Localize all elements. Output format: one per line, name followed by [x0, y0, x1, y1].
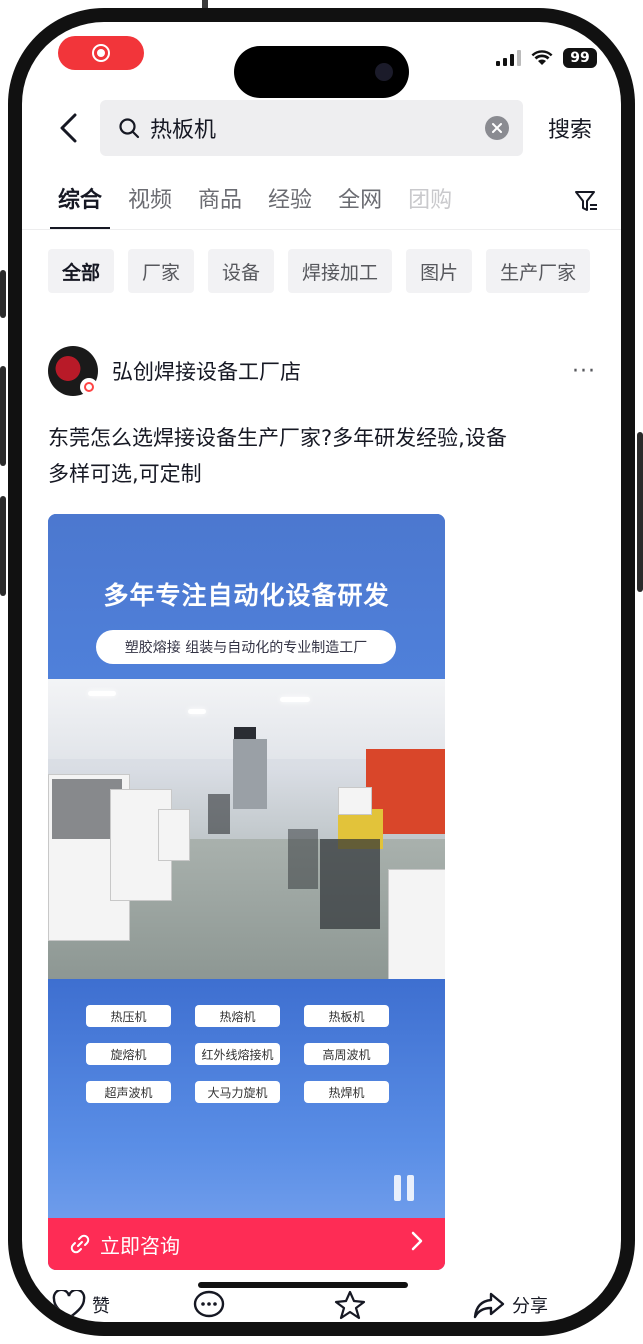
- search-query: 热板机: [150, 118, 217, 143]
- video-card[interactable]: 多年专注自动化设备研发 塑胶熔接 组装与自动化的专业制造工厂 热压机 热熔机 热…: [48, 514, 445, 1270]
- camera-icon: [375, 63, 393, 81]
- consult-label: 立即咨询: [100, 1233, 180, 1258]
- post-title-line: 多样可选,可定制: [48, 462, 202, 486]
- clear-icon[interactable]: [485, 116, 509, 140]
- machine-tag: 旋熔机: [86, 1043, 171, 1065]
- tabs-divider: [22, 229, 621, 230]
- like-button[interactable]: 赞: [52, 1290, 110, 1320]
- chip-equipment[interactable]: 设备: [208, 249, 275, 293]
- result-tabs: 综合 视频 商品 经验 全网 团购: [22, 182, 621, 230]
- tab-web[interactable]: 全网: [338, 182, 382, 230]
- comment-button[interactable]: [192, 1290, 226, 1320]
- screen-recording-indicator[interactable]: [58, 36, 144, 70]
- record-icon: [92, 44, 110, 62]
- volume-down-button: [0, 496, 6, 596]
- chip-welding[interactable]: 焊接加工: [288, 249, 393, 293]
- cellular-signal-icon: [496, 50, 521, 66]
- back-button[interactable]: [48, 108, 88, 148]
- post-actions: 赞 分享: [48, 1290, 596, 1322]
- home-indicator[interactable]: [198, 1282, 408, 1288]
- author-name[interactable]: 弘创焊接设备工厂店: [112, 356, 572, 386]
- chevron-right-icon: [411, 1231, 423, 1257]
- comment-icon: [193, 1290, 225, 1318]
- machine-tag: 热焊机: [304, 1081, 389, 1103]
- side-button: [0, 270, 6, 318]
- link-badge-icon: [80, 378, 98, 396]
- machine-tag: 热板机: [304, 1005, 389, 1027]
- dynamic-island: [234, 46, 409, 98]
- volume-up-button: [0, 366, 6, 466]
- tab-experience[interactable]: 经验: [268, 182, 312, 230]
- like-label: 赞: [92, 1296, 110, 1317]
- tab-video[interactable]: 视频: [128, 182, 172, 230]
- avatar[interactable]: [48, 346, 98, 396]
- favorite-button[interactable]: [334, 1290, 366, 1320]
- media-subheadline: 塑胶熔接 组装与自动化的专业制造工厂: [96, 630, 396, 664]
- power-button: [637, 432, 643, 592]
- tab-group-buy[interactable]: 团购: [408, 182, 452, 230]
- chip-producer[interactable]: 生产厂家: [486, 249, 591, 293]
- tab-all[interactable]: 综合: [49, 182, 111, 230]
- chip-manufacturer[interactable]: 厂家: [128, 249, 195, 293]
- screen: 99 热板机 搜索 综合 视频 商品 经验 全网 团购 全部 厂家 设备 焊接加…: [22, 22, 621, 1322]
- machine-tag: 热压机: [86, 1005, 171, 1027]
- link-icon: [70, 1234, 90, 1254]
- tab-products[interactable]: 商品: [198, 182, 242, 230]
- post-title-line: 东莞怎么选焊接设备生产厂家?多年研发经验,设备: [48, 426, 507, 450]
- status-icons: 99: [496, 48, 597, 68]
- star-icon: [334, 1290, 366, 1320]
- chevron-left-icon: [60, 113, 77, 143]
- media-headline: 多年专注自动化设备研发: [103, 581, 390, 610]
- frame-mark: [202, 0, 208, 8]
- machine-tag: 高周波机: [304, 1043, 389, 1065]
- post-author-row: 弘创焊接设备工厂店 ···: [48, 346, 596, 396]
- media-tags-panel: 热压机 热熔机 热板机 旋熔机 红外线熔接机 高周波机 超声波机 大马力旋机 热…: [48, 979, 445, 1218]
- share-button[interactable]: 分享: [472, 1290, 548, 1320]
- battery-indicator: 99: [563, 48, 597, 68]
- consult-button[interactable]: 立即咨询: [48, 1218, 445, 1270]
- chip-images[interactable]: 图片: [406, 249, 473, 293]
- search-icon: [119, 118, 140, 139]
- heart-icon: [52, 1290, 86, 1320]
- machine-tag: 超声波机: [86, 1081, 171, 1103]
- machine-tag: 红外线熔接机: [195, 1043, 280, 1065]
- factory-photo: [48, 679, 445, 979]
- search-input[interactable]: 热板机: [100, 100, 523, 156]
- post-title[interactable]: 东莞怎么选焊接设备生产厂家?多年研发经验,设备 多样可选,可定制: [48, 420, 596, 492]
- pause-icon[interactable]: [394, 1175, 416, 1201]
- chip-all[interactable]: 全部: [48, 249, 115, 293]
- filter-chips: 全部 厂家 设备 焊接加工 图片 生产厂家: [48, 249, 591, 293]
- filter-icon[interactable]: [573, 188, 599, 214]
- machine-tag: 热熔机: [195, 1005, 280, 1027]
- wifi-icon: [531, 50, 553, 65]
- share-icon: [473, 1292, 505, 1319]
- more-options-button[interactable]: ···: [572, 359, 596, 384]
- machine-tag: 大马力旋机: [195, 1081, 280, 1103]
- search-button[interactable]: 搜索: [548, 112, 592, 144]
- media-banner: 多年专注自动化设备研发 塑胶熔接 组装与自动化的专业制造工厂: [48, 514, 445, 679]
- share-label: 分享: [512, 1296, 548, 1317]
- machine-tags: 热压机 热熔机 热板机 旋熔机 红外线熔接机 高周波机 超声波机 大马力旋机 热…: [86, 1005, 408, 1103]
